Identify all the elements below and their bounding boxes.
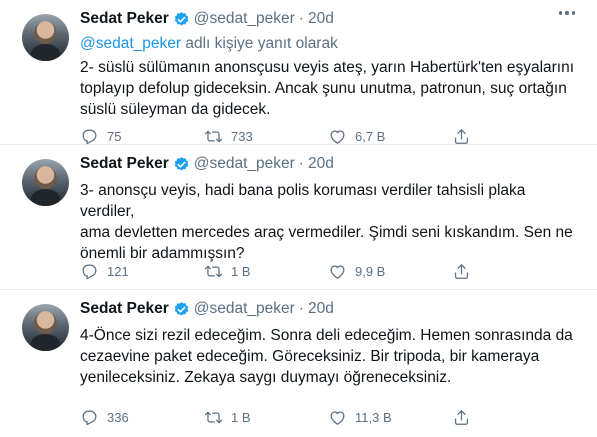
reply-count: 336 (107, 410, 129, 425)
reply-count: 75 (107, 129, 122, 144)
tweet-content: Sedat Peker @sedat_peker · 20d 3- anonsç… (80, 153, 577, 264)
tweet-header: Sedat Peker @sedat_peker · 20d (80, 8, 577, 30)
avatar[interactable] (22, 14, 69, 61)
tweet-content: Sedat Peker @sedat_peker · 20d @sedat_pe… (80, 8, 577, 120)
reply-count: 121 (107, 264, 129, 279)
timestamp[interactable]: 20d (308, 300, 334, 318)
retweet-icon (204, 411, 223, 424)
like-count: 11,3 B (355, 410, 392, 425)
heart-icon (330, 265, 345, 279)
reply-mention-link[interactable]: @sedat_peker (80, 35, 181, 52)
more-icon[interactable] (558, 11, 575, 15)
separator-dot: · (298, 155, 304, 172)
retweet-count: 1 B (231, 410, 251, 425)
retweet-icon (204, 265, 223, 278)
share-button[interactable] (452, 127, 576, 146)
share-icon (454, 264, 469, 279)
retweet-count: 733 (231, 129, 253, 144)
share-button[interactable] (452, 408, 576, 427)
retweet-count: 1 B (231, 264, 251, 279)
author-handle[interactable]: @sedat_peker (194, 10, 295, 28)
author-handle[interactable]: @sedat_peker (194, 155, 295, 173)
reply-context: @sedat_peker adlı kişiye yanıt olarak (80, 35, 577, 55)
verified-badge-icon (174, 156, 188, 171)
reply-icon (82, 410, 97, 426)
retweet-button[interactable]: 733 (204, 127, 328, 146)
retweet-button[interactable]: 1 B (204, 262, 328, 281)
author-handle[interactable]: @sedat_peker (194, 300, 295, 318)
separator-dot: · (298, 300, 304, 317)
tweet[interactable]: Sedat Peker @sedat_peker · 20d 4-Önce si… (0, 290, 597, 437)
like-count: 9,9 B (355, 264, 386, 279)
retweet-button[interactable]: 1 B (204, 408, 328, 427)
like-button[interactable]: 9,9 B (328, 262, 452, 281)
share-icon (454, 129, 469, 144)
author-name[interactable]: Sedat Peker (80, 10, 169, 28)
tweet[interactable]: Sedat Peker @sedat_peker · 20d @sedat_pe… (0, 0, 597, 145)
avatar[interactable] (22, 159, 69, 206)
author-name[interactable]: Sedat Peker (80, 300, 169, 318)
heart-icon (330, 130, 345, 144)
reply-suffix: adlı kişiye yanıt olarak (181, 35, 338, 52)
tweet-text: 3- anonsçu veyis, hadi bana polis koruma… (80, 182, 573, 262)
like-button[interactable]: 11,3 B (328, 408, 452, 427)
timestamp[interactable]: 20d (308, 10, 334, 28)
reply-button[interactable]: 75 (80, 127, 204, 146)
retweet-icon (204, 130, 223, 143)
tweet-header: Sedat Peker @sedat_peker · 20d (80, 298, 577, 320)
share-button[interactable] (452, 262, 576, 281)
tweet-text: 4-Önce sizi rezil edeceğim. Sonra deli e… (80, 327, 573, 386)
author-name[interactable]: Sedat Peker (80, 155, 169, 173)
tweet-actions: 75 733 6,7 B (80, 127, 577, 146)
like-button[interactable]: 6,7 B (328, 127, 452, 146)
tweet-actions: 121 1 B 9,9 B (80, 262, 577, 281)
share-icon (454, 410, 469, 425)
reply-button[interactable]: 336 (80, 408, 204, 427)
avatar[interactable] (22, 304, 69, 351)
reply-icon (82, 264, 97, 280)
tweet-actions: 336 1 B 11,3 B (80, 408, 577, 427)
separator-dot: · (298, 10, 304, 27)
like-count: 6,7 B (355, 129, 386, 144)
verified-badge-icon (174, 11, 188, 26)
tweet-content: Sedat Peker @sedat_peker · 20d 4-Önce si… (80, 298, 577, 388)
timestamp[interactable]: 20d (308, 155, 334, 173)
reply-icon (82, 129, 97, 145)
tweet[interactable]: Sedat Peker @sedat_peker · 20d 3- anonsç… (0, 145, 597, 290)
verified-badge-icon (174, 301, 188, 316)
tweet-header: Sedat Peker @sedat_peker · 20d (80, 153, 577, 175)
reply-button[interactable]: 121 (80, 262, 204, 281)
heart-icon (330, 411, 345, 425)
tweet-text: 2- süslü sülümanın anonsçusu veyis ateş,… (80, 59, 575, 118)
